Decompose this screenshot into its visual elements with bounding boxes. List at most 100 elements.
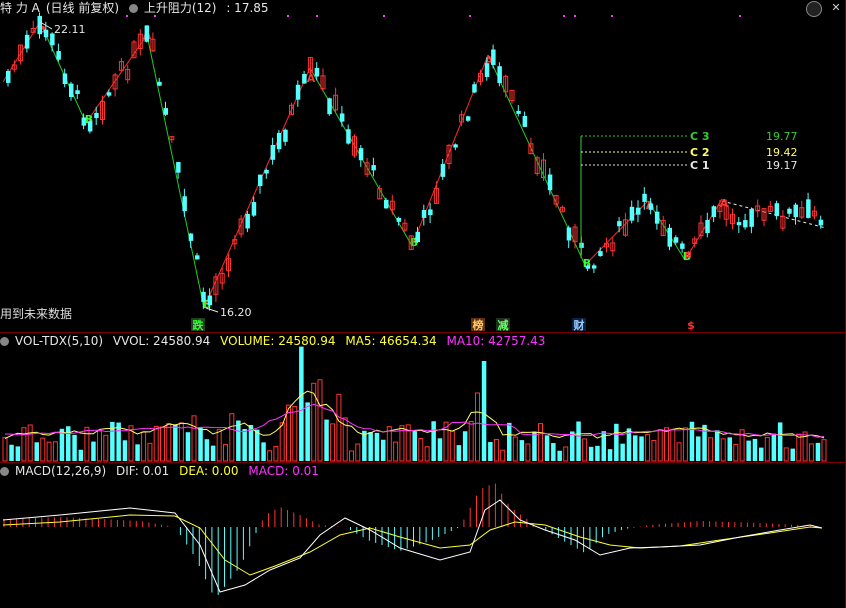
- candle-down: [314, 67, 320, 77]
- volume-bar-up: [500, 449, 506, 462]
- volume-bar-up: [418, 438, 424, 462]
- candle-down: [579, 242, 584, 248]
- volume-bar-up: [349, 450, 354, 462]
- volume-bar-down: [185, 432, 191, 461]
- candle-down: [339, 113, 345, 122]
- volume-bar-up: [216, 429, 222, 462]
- volume-bar-up: [525, 443, 531, 462]
- candle-down: [87, 121, 93, 132]
- volume-bar-up: [27, 424, 33, 462]
- volume-bar-up: [493, 438, 499, 462]
- top-marker-dot: [739, 15, 741, 17]
- candle-down: [144, 25, 150, 42]
- low-price-label: 16.20: [220, 306, 252, 319]
- c-level-name: C 1: [690, 159, 710, 172]
- volume-bar-down: [242, 428, 247, 461]
- volume-bar-down: [299, 346, 304, 461]
- volume-bar-down: [639, 436, 644, 461]
- volume-bar-down: [588, 446, 594, 461]
- event-marker: 榜: [473, 318, 484, 332]
- volume-bar-down: [324, 419, 329, 461]
- volume-bar-down: [210, 445, 216, 461]
- candle-down: [591, 265, 597, 269]
- candle-down: [806, 199, 811, 218]
- candle-down: [705, 219, 710, 234]
- volume-bar-down: [255, 429, 260, 461]
- candle-down: [6, 70, 11, 83]
- top-marker-dot: [574, 15, 576, 17]
- volume-bar-down: [204, 439, 210, 461]
- candle-down: [680, 243, 685, 249]
- top-marker-dot: [126, 15, 128, 17]
- volume-bar-down: [815, 442, 821, 461]
- candle-down: [157, 81, 162, 86]
- candle-down: [497, 66, 502, 84]
- candle-down: [69, 83, 74, 98]
- volume-bar-down: [481, 361, 487, 461]
- candle-down: [358, 148, 364, 161]
- volume-bar-down: [34, 442, 39, 461]
- volume-bar-down: [305, 402, 310, 461]
- event-marker: $: [687, 319, 695, 332]
- volume-bar-down: [437, 438, 443, 461]
- top-marker-dot: [469, 15, 471, 17]
- candle-down: [201, 291, 206, 302]
- volume-bar-up: [708, 437, 714, 462]
- candle-down: [188, 233, 194, 241]
- candle-down: [94, 112, 99, 119]
- volume-bar-down: [714, 430, 720, 461]
- candle-down: [774, 203, 780, 217]
- volume-bar-down: [9, 444, 14, 461]
- volume-bar-up: [141, 431, 147, 462]
- candle-down: [743, 220, 748, 228]
- volume-bar-down: [368, 432, 373, 461]
- volume-bar-up: [676, 442, 682, 462]
- candle-down: [371, 165, 376, 171]
- chart-canvas[interactable]: ABABABABABA22.1116.20C 319.77C 219.42C 1…: [0, 0, 846, 608]
- candle-down: [453, 144, 458, 148]
- candle-down: [636, 207, 641, 215]
- volume-bar-down: [236, 420, 241, 461]
- candle-down: [421, 210, 427, 218]
- volume-bar-down: [790, 448, 795, 461]
- volume-bar-up: [191, 415, 197, 462]
- volume-bar-up: [330, 423, 336, 462]
- candle-down: [106, 92, 112, 96]
- volume-bar-up: [355, 443, 361, 462]
- volume-bar-down: [746, 440, 751, 461]
- volume-bar-up: [424, 446, 430, 462]
- volume-bar-down: [702, 424, 707, 461]
- volume-bar-down: [777, 422, 783, 461]
- volume-bar-down: [557, 450, 562, 461]
- candle-down: [346, 129, 351, 144]
- volume-bar-up: [821, 439, 827, 462]
- volume-bar-up: [645, 434, 651, 462]
- candle-down: [283, 129, 288, 142]
- volume-bar-up: [279, 422, 285, 462]
- volume-bar-up: [783, 447, 789, 462]
- candle-down: [81, 117, 87, 126]
- candle-down: [415, 231, 420, 243]
- volume-bar-up: [582, 438, 588, 462]
- volume-bar-up: [292, 406, 298, 462]
- volume-bar-up: [223, 444, 228, 462]
- candle-down: [182, 196, 187, 212]
- volume-bar-up: [97, 430, 102, 462]
- volume-bar-up: [682, 427, 688, 462]
- volume-bar-up: [475, 392, 480, 462]
- volume-bar-down: [620, 443, 625, 461]
- volume-bar-down: [519, 440, 525, 461]
- volume-bar-down: [752, 438, 758, 461]
- candle-down: [629, 206, 635, 221]
- event-marker: 财: [573, 318, 585, 332]
- candle-down: [384, 199, 389, 209]
- candle-down: [711, 206, 717, 217]
- volume-bar-down: [614, 423, 619, 461]
- volume-bar-down: [532, 431, 537, 461]
- stock-chart-window[interactable]: 特 力 A (日线 前复权) 上升阻力(12) : 17.85 ✕ VOL-TDX…: [0, 0, 846, 608]
- top-marker-dot: [611, 15, 613, 17]
- candle-down: [440, 164, 446, 177]
- volume-bar-down: [198, 427, 203, 461]
- candle-down: [264, 169, 269, 174]
- volume-bar-up: [103, 434, 109, 462]
